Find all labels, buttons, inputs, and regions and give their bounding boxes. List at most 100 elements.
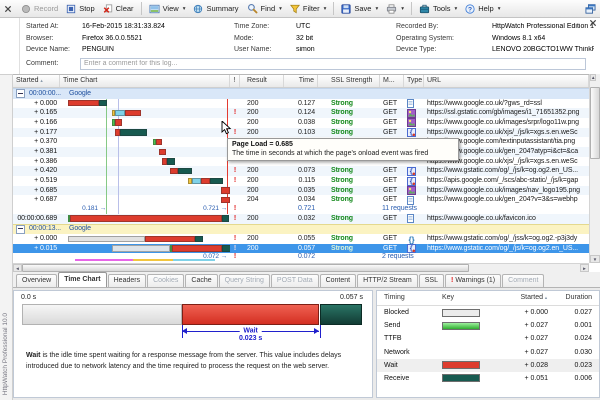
timing-column-key[interactable]: Key [442,291,502,305]
timing-column-started[interactable]: Started▲ [502,291,548,305]
request-row[interactable]: + 0.015!2000.057StrongGEThttps://www.gst… [13,244,589,254]
request-row[interactable]: + 0.420!2000.073StrongGEThttps://www.gst… [13,166,589,176]
cell-time-chart [60,137,230,147]
column-header-chart[interactable]: Time Chart [60,75,230,87]
page-group-header[interactable]: 00:00:00...Google [13,88,589,99]
cell-time: 0.035 [284,186,318,196]
image-file-icon [407,118,416,127]
view-button[interactable]: View▾ [145,3,190,15]
collapse-icon[interactable] [16,225,25,234]
dropdown-caret-icon[interactable]: ▾ [375,6,378,12]
dropdown-caret-icon[interactable]: ▾ [498,6,501,12]
column-header-result[interactable]: Result [240,75,284,87]
timing-row[interactable]: Receive+ 0.0510.006 [377,372,599,385]
panel-close-icon[interactable] [4,5,12,13]
tools-icon [419,4,430,14]
tab-ssl[interactable]: SSL [419,274,444,287]
request-grid: Started▲Time Chart!ResultTimeSSL Strengt… [13,74,589,272]
cell-time: 0.034 [284,195,318,205]
wait-value: 0.023 s [239,335,262,342]
vertical-scroll-thumb[interactable] [590,87,600,159]
clear-button[interactable]: Clear [99,3,138,15]
request-row[interactable]: 00:00:00.689!2000.032StrongGEThttps://ww… [13,214,589,224]
bar-segment [210,178,223,184]
cell-time-chart [60,128,230,138]
tab-post-data: POST Data [271,274,319,287]
tab-warnings-1-[interactable]: !Warnings (1) [445,274,501,287]
horizontal-scroll-thumb[interactable] [22,264,469,272]
cell-total-time: 0.721 [284,205,318,214]
request-row[interactable]: + 0.0002000.127StrongGEThttps://www.goog… [13,99,589,109]
tab-time-chart[interactable]: Time Chart [58,272,106,287]
column-header-time[interactable]: Time [284,75,318,87]
tools-button[interactable]: Tools▾ [415,3,461,15]
request-row[interactable]: + 0.519!2000.115StrongGEThttps://apis.go… [13,176,589,186]
print-button[interactable]: ▾ [382,3,408,15]
info-close-icon[interactable] [589,19,597,29]
column-header-url[interactable]: URL [424,75,589,87]
dropdown-caret-icon[interactable]: ▾ [183,6,186,12]
filter-button[interactable]: Filter▾ [286,3,330,15]
dropdown-caret-icon[interactable]: ▾ [455,6,458,12]
column-header-ssl[interactable]: SSL Strength [318,75,380,87]
tab-query-string: Query String [219,274,270,287]
help-button[interactable]: ?Help▾ [461,3,504,15]
column-header-started[interactable]: Started▲ [13,75,60,87]
scroll-right-icon[interactable]: ► [580,264,589,272]
dropdown-caret-icon[interactable]: ▾ [279,6,282,12]
horizontal-scrollbar[interactable]: ◄ ► [13,263,589,272]
request-row[interactable]: + 0.1662000.038StrongGEThttps://www.goog… [13,118,589,128]
tab-cache[interactable]: Cache [185,274,217,287]
cell-started: + 0.370 [13,137,60,147]
save-button[interactable]: Save▾ [337,3,382,15]
request-row[interactable]: + 0.177!2000.103StrongGEThttps://www.goo… [13,128,589,138]
comment-input[interactable] [80,58,586,70]
dropdown-caret-icon[interactable]: ▾ [401,6,404,12]
tab-headers[interactable]: Headers [108,274,146,287]
find-button[interactable]: Find▾ [243,2,286,15]
clear-icon [103,4,113,14]
dropdown-caret-icon[interactable]: ▾ [324,6,327,12]
cell-method: GET [380,244,404,254]
view-icon [149,4,160,14]
timing-duration: 0.024 [548,332,592,345]
timing-row[interactable]: TTFB+ 0.0270.024 [377,332,599,345]
page-group-header[interactable]: 00:00:13...Google [13,224,589,235]
timing-duration: 0.006 [548,372,592,385]
tab-http-2-stream[interactable]: HTTP/2 Stream [357,274,418,287]
cell-type [404,108,424,118]
tab-content[interactable]: Content [320,274,357,287]
timing-column-timing[interactable]: Timing [384,291,442,305]
bar-segment [115,110,125,116]
request-row[interactable]: + 0.000!2000.055StrongGET{}https://www.g… [13,234,589,244]
cell-url: https://www.gstatic.com/og/_/js/k=og.og2… [424,244,589,254]
request-row[interactable]: + 0.6852000.035StrongGEThttps://www.goog… [13,186,589,196]
timing-column-duration[interactable]: Duration [548,291,592,305]
cell-result: 200 [240,186,284,196]
collapse-icon[interactable] [16,89,25,98]
column-header-type[interactable]: Type [404,75,424,87]
cell-method: GET [380,166,404,176]
requests-count: 11 requests [380,205,589,214]
request-row[interactable]: + 0.6872040.034StrongGEThttps://www.goog… [13,195,589,205]
timing-name: Wait [384,359,442,372]
save-icon [341,4,351,14]
vertical-scrollbar[interactable]: ▲ ▼ [589,74,600,263]
column-header-warn[interactable]: ! [230,75,240,87]
render-start-line [106,99,107,215]
field-value: Firefox 36.0.0.5521 [82,35,230,42]
timing-row[interactable]: Send+ 0.0270.001 [377,319,599,332]
tab-overview[interactable]: Overview [16,274,57,287]
scroll-left-icon[interactable]: ◄ [13,264,22,272]
column-header-method[interactable]: M... [380,75,404,87]
timing-row[interactable]: Wait+ 0.0280.023 [377,359,599,372]
scroll-up-icon[interactable]: ▲ [590,74,596,81]
stop-button[interactable]: Stop [62,3,98,15]
timing-row[interactable]: Blocked+ 0.0000.027 [377,306,599,319]
timing-row[interactable]: Network+ 0.0270.030 [377,346,599,359]
request-row[interactable]: + 0.165!2000.124StrongGEThttps://ssl.gst… [13,108,589,118]
scroll-down-icon[interactable]: ▼ [590,255,600,263]
timing-duration: 0.001 [548,319,592,332]
window-cascade-icon[interactable] [585,4,596,14]
summary-button[interactable]: Summary [189,3,242,15]
